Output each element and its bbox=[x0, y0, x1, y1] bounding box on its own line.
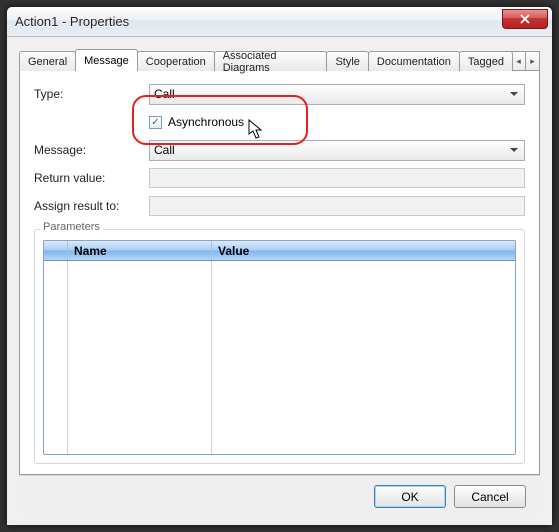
tab-cooperation[interactable]: Cooperation bbox=[137, 51, 215, 71]
return-value-label: Return value: bbox=[34, 171, 149, 185]
message-value: Call bbox=[154, 143, 175, 157]
client-area: General Message Cooperation Associated D… bbox=[7, 37, 552, 525]
properties-dialog: Action1 - Properties General Message Coo… bbox=[6, 6, 553, 526]
column-name[interactable]: Name bbox=[68, 241, 212, 260]
check-icon: ✓ bbox=[151, 117, 159, 128]
type-label: Type: bbox=[34, 87, 149, 101]
tab-scroll-right[interactable]: ▸ bbox=[525, 51, 540, 71]
tab-documentation[interactable]: Documentation bbox=[368, 51, 460, 71]
tab-style[interactable]: Style bbox=[326, 51, 368, 71]
dialog-footer: OK Cancel bbox=[19, 475, 540, 517]
close-button[interactable] bbox=[502, 9, 548, 29]
parameters-group: Parameters Name Value bbox=[34, 229, 525, 464]
tab-panel-message: Type: Call ✓ Asynchronous Message: Call bbox=[19, 70, 540, 475]
message-combo[interactable]: Call bbox=[149, 140, 525, 161]
assign-result-label: Assign result to: bbox=[34, 199, 149, 213]
tab-associated-diagrams[interactable]: Associated Diagrams bbox=[214, 51, 328, 71]
message-label: Message: bbox=[34, 143, 149, 157]
asynchronous-checkbox-row[interactable]: ✓ Asynchronous bbox=[149, 115, 244, 129]
tab-strip: General Message Cooperation Associated D… bbox=[19, 49, 540, 71]
assign-result-field[interactable] bbox=[149, 196, 525, 216]
tab-tagged[interactable]: Tagged bbox=[459, 51, 513, 71]
return-value-field[interactable] bbox=[149, 168, 525, 188]
type-value: Call bbox=[154, 87, 175, 101]
asynchronous-checkbox[interactable]: ✓ bbox=[149, 116, 162, 129]
parameters-header: Name Value bbox=[44, 241, 515, 261]
tab-scroll-left[interactable]: ◂ bbox=[511, 51, 526, 71]
close-icon bbox=[520, 14, 530, 24]
parameters-group-label: Parameters bbox=[40, 221, 103, 233]
column-value[interactable]: Value bbox=[212, 241, 515, 260]
tab-message[interactable]: Message bbox=[75, 49, 138, 71]
asynchronous-label: Asynchronous bbox=[168, 115, 244, 129]
tab-scroll: ◂ ▸ bbox=[512, 51, 540, 71]
titlebar[interactable]: Action1 - Properties bbox=[7, 7, 552, 37]
ok-button[interactable]: OK bbox=[374, 485, 446, 508]
type-combo[interactable]: Call bbox=[149, 84, 525, 105]
parameters-body bbox=[44, 261, 515, 454]
parameters-table[interactable]: Name Value bbox=[43, 240, 516, 455]
cancel-button[interactable]: Cancel bbox=[454, 485, 526, 508]
tab-general[interactable]: General bbox=[19, 51, 76, 71]
row-header-gutter bbox=[44, 241, 68, 260]
window-title: Action1 - Properties bbox=[15, 14, 502, 29]
